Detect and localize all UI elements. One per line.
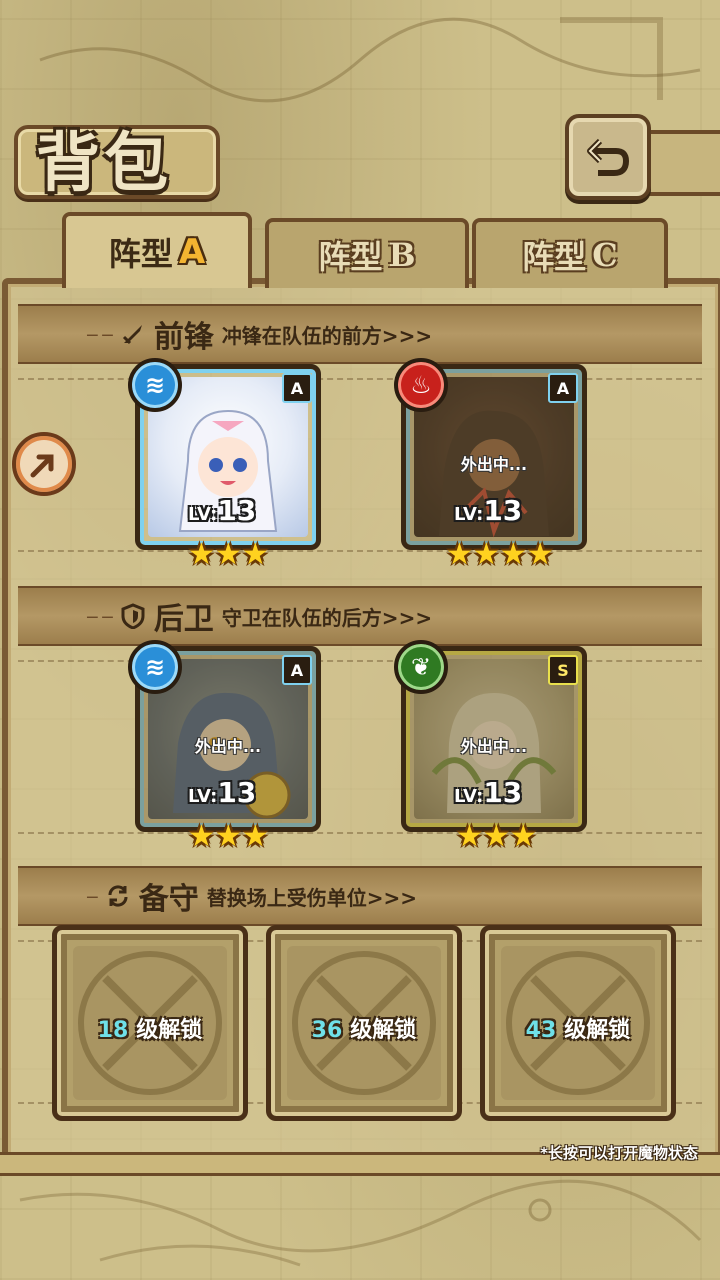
reserve-slot-1[interactable]: 18 级解锁 (52, 925, 248, 1121)
tab-label: 阵型 (108, 235, 173, 273)
page-title: 背包 (36, 126, 172, 201)
unlock-level: 18 (97, 1018, 129, 1043)
level-value: 13 (483, 776, 523, 809)
rank-badge: S (548, 655, 578, 685)
star-icon: ★ (188, 537, 215, 572)
star-icon: ★ (456, 819, 483, 854)
star-rating: ★ ★ ★ (456, 822, 537, 852)
unlock-level: 43 (525, 1018, 557, 1043)
reserve-title: ‒ 备守 替换场上受伤单位>>> (86, 874, 417, 918)
tab-label: 阵型 (318, 238, 383, 276)
section-desc: 冲锋在队伍的前方>>> (221, 323, 433, 348)
status-text: 外出中... (460, 737, 528, 756)
star-icon: ★ (509, 819, 537, 854)
tab-formation-b[interactable]: 阵型 B (265, 218, 469, 288)
unlock-text: 级解锁 (350, 1018, 417, 1043)
level-label: LV:13 (188, 776, 256, 809)
back-title: ‒ ‒ 后卫 守卫在队伍的后方>>> (86, 594, 432, 638)
level-label: LV:13 (454, 494, 522, 527)
level-value: 13 (217, 776, 257, 809)
front-title: ‒ ‒ 前锋 冲锋在队伍的前方>>> (86, 312, 432, 356)
water-element-icon: ≋ (128, 640, 182, 694)
level-prefix: LV: (188, 786, 218, 807)
unlock-label: 18 级解锁 (57, 1012, 243, 1044)
divider: ‒ ‒ (86, 322, 114, 346)
back-button[interactable] (565, 114, 651, 200)
sword-icon (122, 325, 142, 345)
unlock-text: 级解锁 (136, 1018, 203, 1043)
rank-badge: A (282, 655, 312, 685)
divider: ‒ ‒ (86, 604, 114, 628)
rank-badge: A (548, 373, 578, 403)
reserve-slot-3[interactable]: 43 级解锁 (480, 925, 676, 1121)
fire-element-icon: ♨ (394, 358, 448, 412)
unlock-label: 36 级解锁 (271, 1012, 457, 1044)
star-icon: ★ (472, 537, 500, 572)
level-label: LV:13 (454, 776, 522, 809)
star-icon: ★ (241, 537, 269, 572)
tab-letter: B (388, 236, 416, 274)
star-icon: ★ (214, 537, 242, 572)
level-value: 13 (483, 494, 523, 527)
star-rating: ★ ★ ★ ★ (446, 540, 554, 570)
wood-element-icon: ❦ (394, 640, 448, 694)
hint-text: *长按可以打开魔物状态 (540, 1144, 698, 1162)
star-icon: ★ (499, 537, 527, 572)
star-rating: ★ ★ ★ (188, 540, 269, 570)
front-row (18, 378, 702, 552)
tab-formation-c[interactable]: 阵型 C (472, 218, 668, 288)
tab-letter: C (592, 236, 618, 274)
tab-label: 阵型 (522, 238, 587, 276)
star-icon: ★ (241, 819, 269, 854)
shield-icon (121, 603, 145, 629)
back-row (18, 660, 702, 834)
level-value: 13 (217, 494, 257, 527)
section-name: 后卫 (153, 602, 214, 637)
unlock-text: 级解锁 (564, 1018, 631, 1043)
star-icon: ★ (482, 819, 510, 854)
reserve-slot-2[interactable]: 36 级解锁 (266, 925, 462, 1121)
level-prefix: LV: (454, 504, 484, 525)
status-text: 外出中... (460, 455, 528, 474)
star-icon: ★ (526, 537, 554, 572)
star-icon: ★ (214, 819, 242, 854)
section-name: 前锋 (153, 320, 214, 355)
level-prefix: LV: (188, 504, 218, 525)
level-label: LV:13 (188, 494, 256, 527)
unlock-label: 43 级解锁 (485, 1012, 671, 1044)
rank-badge: A (282, 373, 312, 403)
unlock-level: 36 (311, 1018, 343, 1043)
tab-formation-a[interactable]: 阵型 A (62, 212, 252, 288)
swap-icon (108, 885, 128, 907)
header-bar (640, 130, 720, 196)
section-desc: 替换场上受伤单位>>> (206, 885, 418, 910)
arrow-icon (30, 454, 54, 478)
tab-letter: A (178, 232, 206, 272)
section-desc: 守卫在队伍的后方>>> (221, 605, 433, 630)
status-text: 外出中... (194, 737, 262, 756)
section-name: 备守 (138, 882, 199, 917)
divider: ‒ (86, 884, 99, 908)
star-icon: ★ (188, 819, 215, 854)
star-icon: ★ (446, 537, 473, 572)
side-toggle-button[interactable] (12, 432, 76, 496)
star-rating: ★ ★ ★ (188, 822, 269, 852)
water-element-icon: ≋ (128, 358, 182, 412)
level-prefix: LV: (454, 786, 484, 807)
back-arrow-icon (587, 138, 629, 176)
